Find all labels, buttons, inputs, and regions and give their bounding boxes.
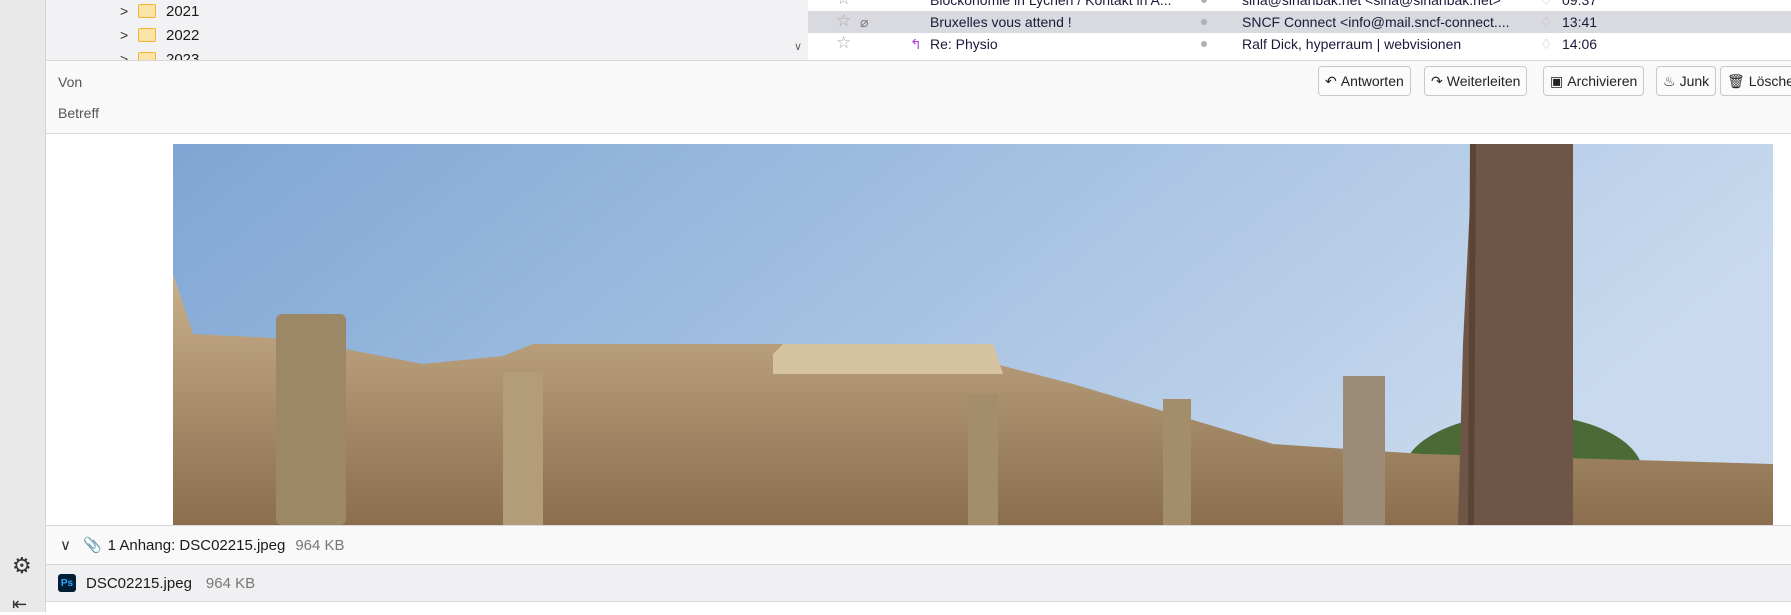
folder-icon	[138, 28, 156, 42]
junk-icon: ♨	[1663, 72, 1676, 89]
attachment-bar[interactable]: ∨ 📎 1 Anhang: DSC02215.jpeg 964 KB	[46, 525, 1791, 565]
forward-icon: ↷	[1431, 72, 1443, 89]
message-body	[46, 134, 1791, 525]
attachment-item[interactable]: Ps DSC02215.jpeg 964 KB	[58, 574, 255, 592]
message-header: Von Betreff ↶ Antworten ↷ Weiterleiten ▣ Ar…	[46, 60, 1791, 134]
folder-icon	[138, 4, 156, 18]
replied-icon: ↰	[910, 36, 922, 52]
junk-button[interactable]: ♨ Junk	[1656, 66, 1717, 96]
folder-item-2021[interactable]: >2021	[46, 0, 786, 23]
junk-status-icon[interactable]: ♢	[1540, 14, 1553, 31]
archive-icon: ▣	[1550, 72, 1564, 89]
status-bar	[46, 601, 1791, 612]
star-icon[interactable]: ☆	[836, 0, 851, 9]
junk-status-icon[interactable]: ♢	[1540, 36, 1553, 53]
from-label: Von	[58, 74, 83, 90]
subject-label: Betreff	[58, 105, 99, 121]
forward-button[interactable]: ↷ Weiterleiten	[1424, 66, 1528, 96]
message-row[interactable]: ☆ Blockonomie in Lychen / Kontakt in A..…	[808, 0, 1791, 11]
trash-icon: 🗑	[1727, 72, 1745, 89]
read-status-icon[interactable]	[1201, 0, 1207, 3]
spaces-toolbar: ⚙ ⇤	[0, 0, 46, 614]
message-list: ☆ Blockonomie in Lychen / Kontakt in A..…	[808, 0, 1791, 60]
scroll-down-icon[interactable]: ∨	[794, 40, 802, 53]
folder-icon	[138, 52, 156, 60]
photoshop-file-icon: Ps	[58, 574, 76, 592]
archive-button[interactable]: ▣ Archivieren	[1543, 66, 1645, 96]
message-row[interactable]: ☆ ↰ Re: Physio Ralf Dick, hyperraum | we…	[808, 33, 1791, 55]
message-row-selected[interactable]: ☆ ⌀ Bruxelles vous attend ! SNCF Connect…	[808, 11, 1791, 33]
folder-scrollbar[interactable]: ∨	[790, 0, 808, 60]
folder-pane: >2021 >2022 >2023	[46, 0, 808, 60]
delete-button[interactable]: 🗑Löschen	[1720, 66, 1791, 96]
chevron-right-icon[interactable]: >	[120, 27, 128, 43]
read-status-icon[interactable]	[1201, 19, 1207, 25]
attachment-list: Ps DSC02215.jpeg 964 KB	[46, 565, 1791, 601]
inline-image	[173, 144, 1773, 525]
chevron-right-icon[interactable]: >	[120, 3, 128, 19]
junk-status-icon[interactable]: ♢	[1540, 0, 1553, 9]
paperclip-icon: 📎	[82, 537, 102, 554]
read-status-icon[interactable]	[1201, 41, 1207, 47]
star-icon[interactable]: ☆	[836, 33, 851, 53]
folder-item-2023[interactable]: >2023	[46, 47, 786, 60]
star-icon[interactable]: ☆	[836, 11, 851, 31]
folder-item-2022[interactable]: >2022	[46, 23, 786, 47]
chevron-right-icon[interactable]: >	[120, 51, 128, 60]
settings-gear-icon[interactable]: ⚙	[12, 553, 32, 579]
chevron-down-icon[interactable]: ∨	[60, 536, 71, 554]
reply-button[interactable]: ↶ Antworten	[1318, 66, 1411, 96]
attachment-icon: ⌀	[860, 14, 869, 30]
reply-icon: ↶	[1325, 72, 1337, 89]
